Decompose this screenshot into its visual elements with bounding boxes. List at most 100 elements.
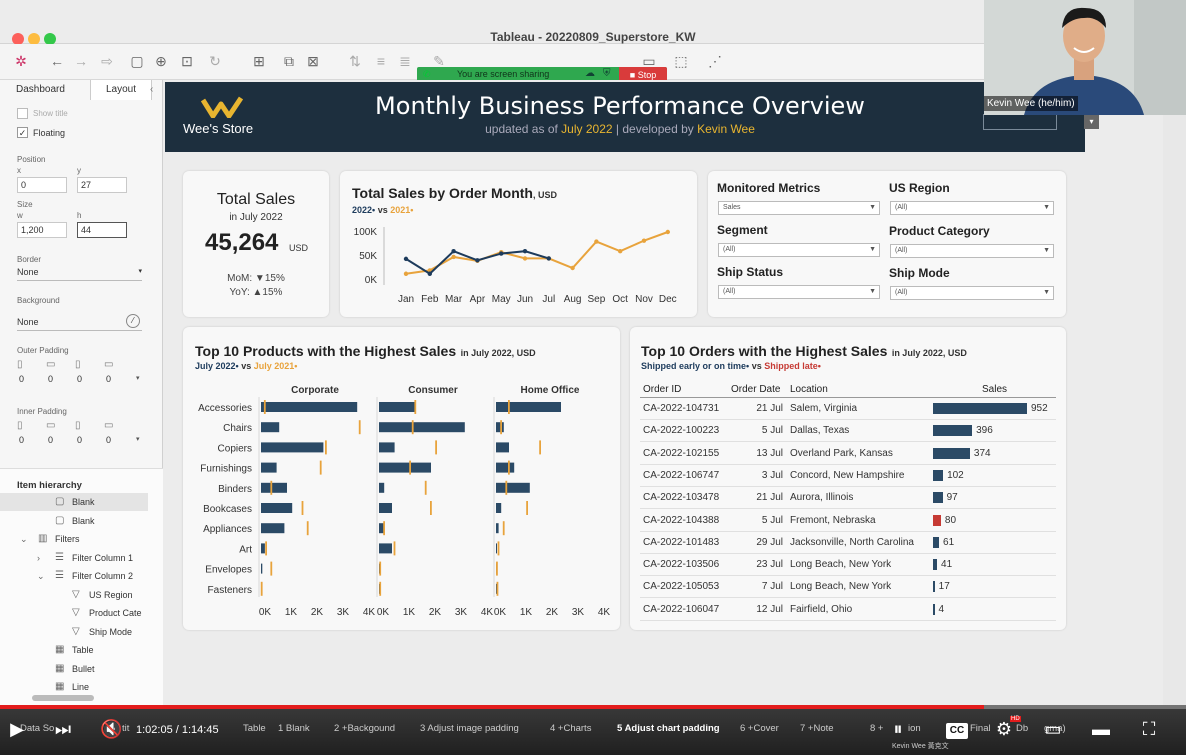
table-row[interactable]: CA-2022-101483 29 Jul Jacksonville, North … xyxy=(640,532,1056,554)
product-category-select[interactable]: (All) ▼ xyxy=(890,244,1054,258)
line-chart-card: Total Sales by Order Month, USD 2022• vs… xyxy=(340,171,697,317)
fit-icon[interactable]: ⬚ xyxy=(672,52,690,70)
padding-value[interactable]: 0 xyxy=(77,374,82,384)
chapter-tab[interactable]: ion xyxy=(908,723,921,734)
tree-node-icon: ▦ xyxy=(55,662,65,674)
table-row[interactable]: CA-2022-106747 3 Jul Concord, New Hampshir… xyxy=(640,465,1056,487)
new-datasource-icon[interactable]: ⊕ xyxy=(152,52,170,70)
hierarchy-item[interactable]: ▢ Blank xyxy=(0,512,148,530)
background-dropdown[interactable]: None ⁄ xyxy=(17,314,142,331)
chapter-tab[interactable]: Table xyxy=(243,723,266,734)
tree-arrow-icon[interactable]: ⌄ xyxy=(37,567,45,585)
hierarchy-item[interactable]: ▽ Product Cate xyxy=(0,604,148,622)
forward-icon[interactable]: → xyxy=(72,52,90,70)
sort-asc-icon[interactable]: ≡ xyxy=(372,52,390,70)
next-icon[interactable]: ⏭ xyxy=(54,719,72,739)
padding-value[interactable]: 0 xyxy=(48,374,53,384)
save-icon[interactable]: ▢ xyxy=(128,52,146,70)
duplicate-icon[interactable]: ⧉ xyxy=(280,52,298,70)
hierarchy-item[interactable]: ▦ Table xyxy=(0,641,148,659)
chapter-tab[interactable]: 7 +Note xyxy=(800,723,834,734)
chapter-tab[interactable]: 5 Adjust chart padding xyxy=(617,723,720,734)
h-input[interactable]: 44 xyxy=(77,222,127,238)
table-row[interactable]: CA-2022-105053 7 Jul Long Beach, New York 1… xyxy=(640,576,1056,599)
table-row[interactable]: CA-2022-104731 21 Jul Salem, Virginia 952 xyxy=(640,398,1056,420)
chapter-tab[interactable]: 1 Blank xyxy=(278,723,310,734)
padding-value[interactable]: 0 xyxy=(106,435,111,445)
bar-2022 xyxy=(496,462,515,473)
video-progress-bar[interactable] xyxy=(0,705,1186,709)
padding-value[interactable]: 0 xyxy=(19,374,24,384)
table-row[interactable]: CA-2022-103506 23 Jul Long Beach, New York… xyxy=(640,554,1056,577)
mute-icon[interactable]: 🔇 xyxy=(100,719,122,739)
y-tick-label: 0K xyxy=(365,275,378,286)
chapter-tab[interactable]: 6 +Cover xyxy=(740,723,779,734)
chevron-down-icon[interactable]: ▾ xyxy=(136,374,140,382)
chapter-tab[interactable]: Final xyxy=(970,723,991,734)
tree-arrow-icon[interactable]: ⌄ xyxy=(20,530,28,548)
clear-sheet-icon[interactable]: ⊠ xyxy=(304,52,322,70)
chevron-down-icon[interactable]: ▾ xyxy=(136,435,140,443)
padding-value[interactable]: 0 xyxy=(19,435,24,445)
marker-2021 xyxy=(539,440,541,455)
hierarchy-item[interactable]: › ☰ Filter Column 1 xyxy=(0,549,148,567)
hierarchy-item[interactable]: ▢ Blank xyxy=(0,493,148,511)
hierarchy-item[interactable]: ▦ Bullet xyxy=(0,660,148,678)
hierarchy-item[interactable]: ▦ Line xyxy=(0,678,148,696)
info-box[interactable] xyxy=(983,114,1057,130)
w-input[interactable]: 1,200 xyxy=(17,222,67,238)
table-row[interactable]: CA-2022-104388 5 Jul Fremont, Nebraska 80 xyxy=(640,510,1056,532)
ship-status-select[interactable]: (All) ▼ xyxy=(718,285,880,299)
table-row[interactable]: CA-2022-106047 12 Jul Fairfield, Ohio 4 xyxy=(640,599,1056,621)
tab-layout[interactable]: Layout xyxy=(90,80,152,100)
chapter-tab[interactable]: 3 Adjust image padding xyxy=(420,723,519,734)
collapse-pane-icon[interactable]: ‹ xyxy=(150,84,153,95)
pause-updates-icon[interactable]: ⊡ xyxy=(178,52,196,70)
ship-mode-select[interactable]: (All) ▼ xyxy=(890,286,1054,300)
show-title-checkbox[interactable] xyxy=(17,108,28,119)
y-input[interactable]: 27 xyxy=(77,177,127,193)
chapter-tab[interactable]: tit xyxy=(122,723,129,734)
table-row[interactable]: CA-2022-100223 5 Jul Dallas, Texas 396 xyxy=(640,420,1056,443)
share-icon[interactable]: ⋰ xyxy=(706,52,724,70)
padding-value[interactable]: 0 xyxy=(77,435,82,445)
captions-button[interactable]: CC xyxy=(946,723,968,739)
padding-side-icon: ▯ xyxy=(17,420,23,431)
pause-icon[interactable]: ⏸ xyxy=(888,719,908,739)
segment-select[interactable]: (All) ▼ xyxy=(718,243,880,257)
back-icon[interactable]: ← xyxy=(48,52,66,70)
swap-icon[interactable]: ⇅ xyxy=(346,52,364,70)
chapter-tab[interactable]: Db xyxy=(1016,723,1028,734)
table-row[interactable]: CA-2022-102155 13 Jul Overland Park, Kansa… xyxy=(640,443,1056,465)
fullscreen-icon[interactable]: ⛶ xyxy=(1138,719,1160,739)
data-source-icon[interactable]: ⇨ xyxy=(98,52,116,70)
tree-arrow-icon[interactable]: › xyxy=(37,549,40,567)
chapter-tab[interactable]: 2 +Backgound xyxy=(334,723,395,734)
settings-icon[interactable]: ⚙ xyxy=(994,719,1014,739)
chapter-tab[interactable]: 4 +Charts xyxy=(550,723,591,734)
theater-icon[interactable]: ▬ xyxy=(1090,719,1112,739)
padding-value[interactable]: 0 xyxy=(48,435,53,445)
tree-scrollbar[interactable] xyxy=(32,695,94,701)
hierarchy-item[interactable]: ▽ US Region xyxy=(0,586,148,604)
new-worksheet-icon[interactable]: ⊞ xyxy=(250,52,268,70)
floating-checkbox[interactable]: ✓ xyxy=(17,127,28,138)
table-row[interactable]: CA-2022-103478 21 Jul Aurora, Illinois 97 xyxy=(640,487,1056,510)
refresh-icon[interactable]: ↻ xyxy=(206,52,224,70)
chapter-tab[interactable]: 8 + xyxy=(870,723,883,734)
hierarchy-item[interactable]: ▽ Ship Mode xyxy=(0,623,148,641)
hierarchy-item[interactable]: ⌄ ▥ Filters xyxy=(0,530,148,548)
data-point-2021 xyxy=(403,271,409,276)
play-icon[interactable]: ▶ xyxy=(8,719,26,739)
border-dropdown[interactable]: None ▾ xyxy=(17,267,142,281)
hierarchy-item[interactable]: ⌄ ☰ Filter Column 2 xyxy=(0,567,148,585)
monitored-metrics-select[interactable]: Sales ▼ xyxy=(718,201,880,215)
developer-value: Kevin Wee xyxy=(697,122,755,136)
chevron-down-icon[interactable]: ▾ xyxy=(1084,115,1099,129)
tab-dashboard[interactable]: Dashboard xyxy=(16,80,65,100)
padding-value[interactable]: 0 xyxy=(106,374,111,384)
us-region-select[interactable]: (All) ▼ xyxy=(890,201,1054,215)
miniplayer-icon[interactable]: ▭ xyxy=(1042,719,1064,739)
x-input[interactable]: 0 xyxy=(17,177,67,193)
sort-desc-icon[interactable]: ≣ xyxy=(396,52,414,70)
